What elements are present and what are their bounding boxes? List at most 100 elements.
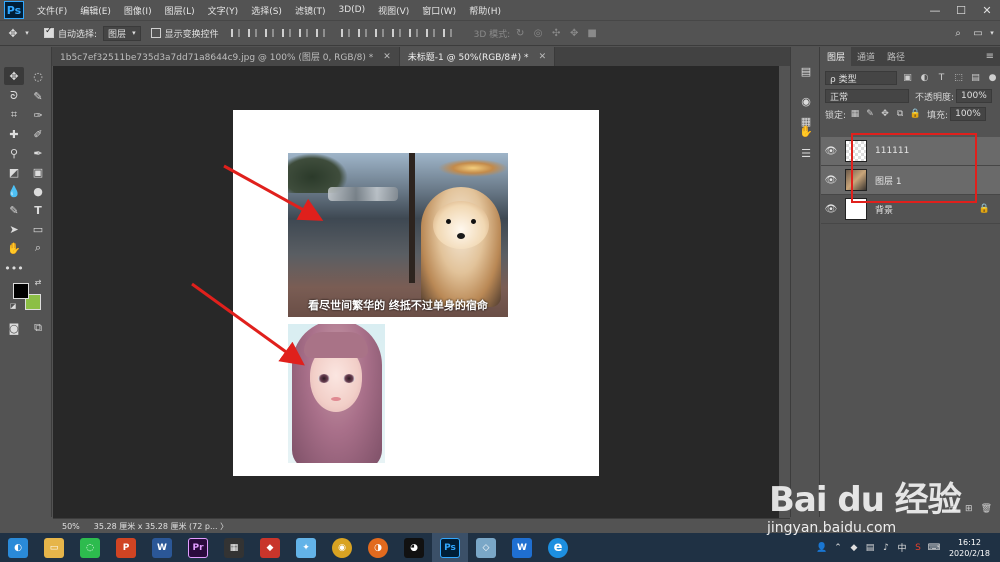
image-filter-icon[interactable]: ▣ [901,72,914,84]
filter-toggle-icon[interactable]: ● [986,72,999,84]
eye-icon[interactable]: 👁 [821,175,841,186]
user-icon[interactable]: 👤 [815,543,829,553]
chevron-up-icon[interactable]: ⌃ [831,543,845,553]
girl-illustration-layer[interactable] [288,324,385,463]
menu-edit[interactable]: 编辑(E) [80,4,111,17]
menu-3d[interactable]: 3D(D) [338,5,365,15]
panel-menu-icon[interactable]: ≡ [986,51,994,62]
roll-3d-icon[interactable]: ◎ [530,28,546,39]
align-top-button[interactable] [227,26,244,40]
filter-kind-dropdown[interactable]: ρ 类型 [825,71,897,85]
brush-tool-icon[interactable]: ✐ [28,125,48,143]
distribute-bottom-button[interactable] [371,26,388,40]
lock-position-icon[interactable]: ✥ [879,109,891,119]
taskbar-app-wps[interactable]: W [504,533,540,562]
shape-filter-icon[interactable]: ⬚ [952,72,965,84]
zoom-tool-icon[interactable]: ⌕ [28,239,48,257]
search-icon[interactable]: ⌕ [950,28,966,39]
document-info[interactable]: 35.28 厘米 x 35.28 厘米 (72 p... 〉 [94,521,228,532]
healing-tool-icon[interactable]: ✚ [4,125,24,143]
history-icon[interactable]: ▤ [798,63,814,79]
auto-align-button[interactable] [439,26,456,40]
adjustment-filter-icon[interactable]: ◐ [918,72,931,84]
taskbar-app-chrome[interactable]: ◉ [324,533,360,562]
hand-tool-icon[interactable]: ✋ [4,239,24,257]
new-layer-icon[interactable]: ⊞ [965,504,973,514]
show-transform-checkbox[interactable] [150,28,161,38]
maximize-button[interactable]: ☐ [948,0,974,20]
menu-help[interactable]: 帮助(H) [469,4,501,17]
security-icon[interactable]: ◆ [847,543,861,553]
lock-pixels-icon[interactable]: ▦ [849,109,861,119]
auto-select-checkbox[interactable] [44,26,54,38]
taskbar-app-photoshop[interactable]: Ps [432,533,468,562]
blend-mode-dropdown[interactable]: 正常 [825,89,909,103]
blur-tool-icon[interactable]: 💧 [4,182,24,200]
eye-icon[interactable]: 👁 [821,204,841,215]
taskbar-app-video-editor[interactable]: ▦ [216,533,252,562]
network-icon[interactable]: ▤ [863,543,877,553]
lock-all-icon[interactable]: 🔒 [909,109,921,119]
delete-layer-icon[interactable]: 🗑 [981,504,992,514]
align-hcenter-button[interactable] [295,26,312,40]
gradient-tool-icon[interactable]: ▣ [28,163,48,181]
taskbar-app-bird[interactable]: ✦ [288,533,324,562]
align-left-button[interactable] [278,26,295,40]
move-tool-icon[interactable]: ✥ [6,26,20,40]
stamp-tool-icon[interactable]: ⚲ [4,144,24,162]
align-right-button[interactable] [312,26,329,40]
close-icon[interactable]: ✕ [383,52,391,62]
taskbar-app-file-explorer[interactable]: ▭ [36,533,72,562]
distribute-top-button[interactable] [337,26,354,40]
fill-input[interactable]: 100% [950,107,986,121]
lasso-tool-icon[interactable]: ᘐ [4,87,24,105]
history-brush-tool-icon[interactable]: ✒ [28,144,48,162]
eye-icon[interactable]: 👁 [821,146,841,157]
menu-filter[interactable]: 滤镜(T) [295,4,326,17]
slide-3d-icon[interactable]: ✥ [566,28,582,39]
path-select-tool-icon[interactable]: ➤ [4,220,24,238]
more-tools-icon[interactable]: ••• [4,259,24,277]
new-group-icon[interactable]: ▭ [949,504,958,514]
foreground-color-swatch[interactable] [13,283,29,299]
menu-image[interactable]: 图像(I) [124,4,152,17]
smart-object-filter-icon[interactable]: ▤ [969,72,982,84]
distribute-vcenter-button[interactable] [354,26,371,40]
zoom-level[interactable]: 50% [62,522,80,531]
taskbar-app-ie[interactable]: e [540,533,576,562]
quick-mask-icon[interactable]: ◙ [4,319,24,337]
type-filter-icon[interactable]: T [935,72,948,84]
rectangle-tool-icon[interactable]: ▭ [28,220,48,238]
volume-icon[interactable]: ♪ [879,543,893,553]
align-bottom-button[interactable] [261,26,278,40]
lock-paint-icon[interactable]: ✎ [864,109,876,119]
taskbar-app-word[interactable]: W [144,533,180,562]
pen-tool-icon[interactable]: ✎ [4,201,24,219]
clock[interactable]: 16:12 2020/2/18 [949,537,990,559]
language-icon[interactable]: 中 [895,541,909,554]
menu-layer[interactable]: 图层(L) [165,4,195,17]
tab-dog-image[interactable]: 1b5c7ef32511be735d3a7dd71a8644c9.jpg @ 1… [52,47,400,66]
input-method-icon[interactable]: ⌨ [927,543,941,553]
tab-paths[interactable]: 路径 [881,47,911,66]
canvas-area[interactable]: 看尽世间繁华的 终抵不过单身的宿命 [53,66,779,518]
menu-file[interactable]: 文件(F) [37,4,67,17]
orbit-3d-icon[interactable]: ↻ [512,28,528,39]
close-icon[interactable]: ✕ [539,52,547,62]
minimize-button[interactable]: — [922,0,948,20]
opacity-input[interactable]: 100% [956,89,992,103]
dodge-tool-icon[interactable]: ● [28,182,48,200]
menu-type[interactable]: 文字(Y) [208,4,239,17]
screen-mode-icon[interactable]: ⧉ [28,319,48,337]
chevron-down-icon[interactable]: ▾ [984,29,1000,37]
swap-colors-icon[interactable]: ⇄ [32,277,44,287]
brush-preset-icon[interactable]: ✋ [798,123,814,139]
distribute-right-button[interactable] [422,26,439,40]
taskbar-app-qq[interactable]: ◕ [396,533,432,562]
distribute-left-button[interactable] [388,26,405,40]
drag-3d-icon[interactable]: ✣ [548,28,564,39]
close-button[interactable]: ✕ [974,0,1000,20]
menu-window[interactable]: 窗口(W) [422,4,456,17]
distribute-hcenter-button[interactable] [405,26,422,40]
tab-channels[interactable]: 通道 [851,47,881,66]
